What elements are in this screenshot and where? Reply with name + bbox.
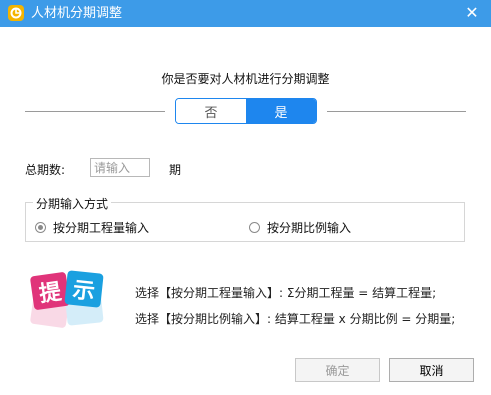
periods-unit-label: 期 xyxy=(169,163,182,177)
close-icon[interactable]: ✕ xyxy=(463,3,481,23)
input-mode-legend: 分期输入方式 xyxy=(33,195,112,212)
hint-line-quantity: 选择【按分期工程量输入】: Σ分期工程量 = 结算工程量; xyxy=(135,286,437,300)
cancel-button[interactable]: 取消 xyxy=(389,358,474,382)
hint-line-ratio: 选择【按分期比例输入】: 结算工程量 x 分期比例 = 分期量; xyxy=(135,312,456,326)
total-periods-label: 总期数: xyxy=(25,163,66,177)
total-periods-input[interactable] xyxy=(90,158,150,177)
divider-left xyxy=(25,111,165,112)
badge-char-2: 示 xyxy=(71,278,96,305)
radio-unchecked-icon[interactable] xyxy=(249,222,260,233)
radio-by-quantity[interactable]: 按分期工程量输入 xyxy=(35,219,149,236)
ok-button[interactable]: 确定 xyxy=(295,358,380,382)
title-bar[interactable]: 人材机分期调整 ✕ xyxy=(0,0,491,27)
toggle-yes-button[interactable]: 是 xyxy=(246,99,316,123)
radio-by-ratio[interactable]: 按分期比例输入 xyxy=(249,219,351,236)
divider-right xyxy=(327,111,466,112)
hint-badge-icon: 提 示 xyxy=(26,262,110,330)
window-title: 人材机分期调整 xyxy=(31,6,123,21)
adjust-toggle: 否 是 xyxy=(175,98,317,124)
toggle-no-button[interactable]: 否 xyxy=(176,99,246,123)
radio-checked-icon[interactable] xyxy=(35,222,46,233)
dialog-window: 人材机分期调整 ✕ 你是否要对人材机进行分期调整 否 是 总期数: 期 分期输入… xyxy=(0,0,491,395)
radio-by-ratio-label: 按分期比例输入 xyxy=(267,221,352,235)
app-logo-icon xyxy=(8,5,24,21)
radio-by-quantity-label: 按分期工程量输入 xyxy=(53,221,150,235)
adjust-question: 你是否要对人材机进行分期调整 xyxy=(161,72,330,86)
